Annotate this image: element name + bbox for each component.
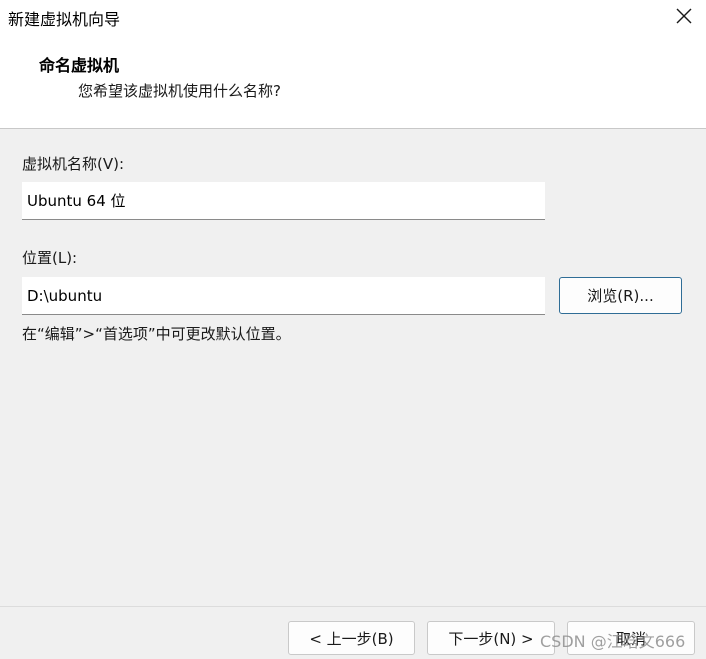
location-label: 位置(L):: [22, 249, 78, 267]
new-vm-wizard-window: 新建虚拟机向导 命名虚拟机 您希望该虚拟机使用什么名称? 虚拟机名称(V): 位…: [0, 0, 706, 659]
wizard-header: 新建虚拟机向导 命名虚拟机 您希望该虚拟机使用什么名称?: [0, 0, 706, 129]
back-button[interactable]: < 上一步(B): [288, 621, 415, 655]
close-icon: [676, 8, 692, 24]
vm-name-input[interactable]: [22, 182, 545, 220]
default-location-hint: 在“编辑”>“首选项”中可更改默认位置。: [22, 325, 291, 343]
vm-name-label: 虚拟机名称(V):: [22, 155, 125, 173]
next-button[interactable]: 下一步(N) >: [427, 621, 555, 655]
cancel-button[interactable]: 取消: [567, 621, 695, 655]
close-button[interactable]: [668, 0, 700, 32]
window-title: 新建虚拟机向导: [8, 10, 121, 29]
browse-button[interactable]: 浏览(R)...: [559, 277, 682, 314]
location-input[interactable]: [22, 277, 545, 315]
footer-divider: [0, 606, 706, 607]
page-subheading: 您希望该虚拟机使用什么名称?: [78, 82, 281, 100]
page-heading: 命名虚拟机: [39, 56, 120, 75]
